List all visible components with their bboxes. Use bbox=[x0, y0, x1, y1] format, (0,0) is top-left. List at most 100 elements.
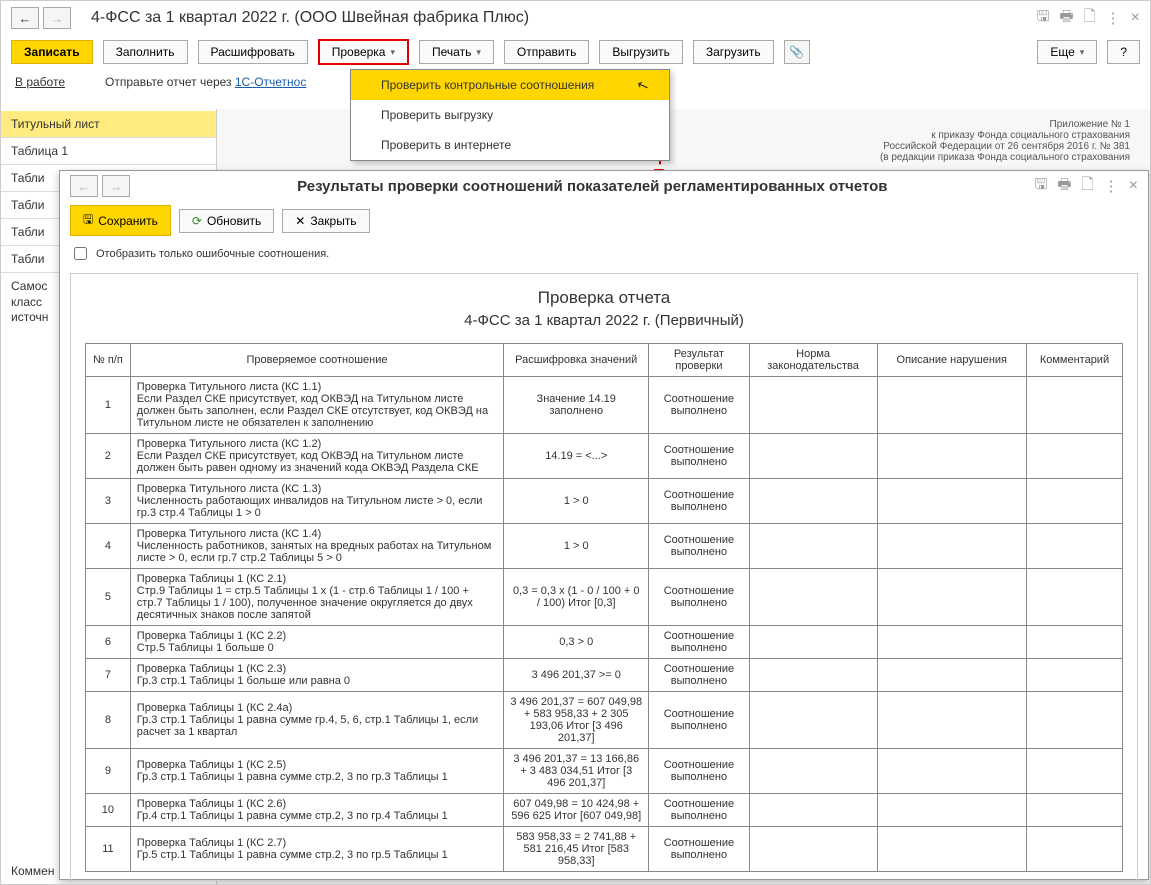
cell-desc bbox=[877, 524, 1026, 569]
cell-number: 10 bbox=[86, 794, 131, 827]
cell-comment bbox=[1026, 626, 1122, 659]
report-area[interactable]: Проверка отчета 4-ФСС за 1 квартал 2022 … bbox=[70, 273, 1138, 881]
refresh-button[interactable]: ⟳Обновить bbox=[179, 209, 274, 233]
cell-comment bbox=[1026, 749, 1122, 794]
close-icon[interactable]: × bbox=[1131, 9, 1140, 27]
cell-norm bbox=[749, 479, 877, 524]
titlebar: ← → 4-ФСС за 1 квартал 2022 г. (ООО Швей… bbox=[1, 1, 1150, 35]
check-ratios-item[interactable]: Проверить контрольные соотношения bbox=[351, 70, 669, 100]
results-table: № п/п Проверяемое соотношение Расшифровк… bbox=[85, 343, 1123, 872]
table-row[interactable]: 8Проверка Таблицы 1 (КС 2.4а) Гр.3 стр.1… bbox=[86, 692, 1123, 749]
fill-button[interactable]: Заполнить bbox=[103, 40, 188, 64]
table-row[interactable]: 10Проверка Таблицы 1 (КС 2.6) Гр.4 стр.1… bbox=[86, 794, 1123, 827]
filter-row: Отобразить только ошибочные соотношения. bbox=[60, 240, 1148, 267]
cell-desc bbox=[877, 569, 1026, 626]
nav-back-button[interactable]: ← bbox=[11, 7, 39, 29]
w2-preview-icon[interactable]: 🗋 bbox=[1082, 174, 1094, 199]
cell-desc bbox=[877, 626, 1026, 659]
table-row[interactable]: 2Проверка Титульного листа (КС 1.2) Если… bbox=[86, 434, 1123, 479]
check-button[interactable]: Проверка bbox=[318, 39, 409, 65]
attach-icon[interactable]: 📎 bbox=[784, 40, 810, 64]
w2-close-icon[interactable]: × bbox=[1129, 177, 1138, 195]
decrypt-button[interactable]: Расшифровать bbox=[198, 40, 308, 64]
check-results-window: ← → Результаты проверки соотношений пока… bbox=[59, 170, 1149, 880]
cell-number: 5 bbox=[86, 569, 131, 626]
table-row[interactable]: 7Проверка Таблицы 1 (КС 2.3) Гр.3 стр.1 … bbox=[86, 659, 1123, 692]
only-errors-checkbox[interactable] bbox=[74, 247, 87, 260]
table-row[interactable]: 11Проверка Таблицы 1 (КС 2.7) Гр.5 стр.1… bbox=[86, 827, 1123, 872]
cell-relation: Проверка Таблицы 1 (КС 2.6) Гр.4 стр.1 Т… bbox=[130, 794, 503, 827]
w2-nav-forward[interactable]: → bbox=[102, 175, 130, 197]
status-label[interactable]: В работе bbox=[15, 75, 65, 89]
check-online-item[interactable]: Проверить в интернете bbox=[351, 130, 669, 160]
close-button[interactable]: ✕Закрыть bbox=[282, 209, 369, 233]
cell-comment bbox=[1026, 479, 1122, 524]
import-button[interactable]: Загрузить bbox=[693, 40, 774, 64]
save-button[interactable]: 🖫Сохранить bbox=[70, 205, 171, 236]
cell-decryption: 607 049,98 = 10 424,98 + 596 625 Итог [6… bbox=[504, 794, 649, 827]
th-relation: Проверяемое соотношение bbox=[130, 344, 503, 377]
cell-result: Соотношение выполнено bbox=[649, 434, 749, 479]
main-toolbar: Записать Заполнить Расшифровать Проверка… bbox=[1, 35, 1150, 69]
cell-decryption: 583 958,33 = 2 741,88 + 581 216,45 Итог … bbox=[504, 827, 649, 872]
table-row[interactable]: 4Проверка Титульного листа (КС 1.4) Числ… bbox=[86, 524, 1123, 569]
print-icon[interactable]: 🖶 bbox=[1059, 6, 1073, 31]
onec-link[interactable]: 1С-Отчетнос bbox=[235, 75, 307, 89]
cell-number: 6 bbox=[86, 626, 131, 659]
cell-relation: Проверка Таблицы 1 (КС 2.4а) Гр.3 стр.1 … bbox=[130, 692, 503, 749]
cell-result: Соотношение выполнено bbox=[649, 692, 749, 749]
preview-icon[interactable]: 🗋 bbox=[1084, 6, 1096, 31]
cell-number: 11 bbox=[86, 827, 131, 872]
cell-norm bbox=[749, 659, 877, 692]
w2-print-icon[interactable]: 🖶 bbox=[1057, 174, 1071, 199]
w2-save-icon[interactable]: 🖫 bbox=[1035, 174, 1048, 199]
cell-decryption: 3 496 201,37 >= 0 bbox=[504, 659, 649, 692]
cell-norm bbox=[749, 749, 877, 794]
cell-norm bbox=[749, 569, 877, 626]
cell-number: 1 bbox=[86, 377, 131, 434]
table-row[interactable]: 9Проверка Таблицы 1 (КС 2.5) Гр.3 стр.1 … bbox=[86, 749, 1123, 794]
cell-relation: Проверка Титульного листа (КС 1.1) Если … bbox=[130, 377, 503, 434]
cell-result: Соотношение выполнено bbox=[649, 626, 749, 659]
cell-decryption: 0,3 = 0,3 x (1 - 0 / 100 + 0 / 100) Итог… bbox=[504, 569, 649, 626]
nav-forward-button[interactable]: → bbox=[43, 7, 71, 29]
export-button[interactable]: Выгрузить bbox=[599, 40, 683, 64]
cell-number: 2 bbox=[86, 434, 131, 479]
cell-norm bbox=[749, 377, 877, 434]
w2-nav-back[interactable]: ← bbox=[70, 175, 98, 197]
cell-relation: Проверка Таблицы 1 (КС 2.1) Стр.9 Таблиц… bbox=[130, 569, 503, 626]
cell-result: Соотношение выполнено bbox=[649, 659, 749, 692]
more-button[interactable]: Еще bbox=[1037, 40, 1097, 64]
send-button[interactable]: Отправить bbox=[504, 40, 590, 64]
cell-decryption: 3 496 201,37 = 607 049,98 + 583 958,33 +… bbox=[504, 692, 649, 749]
cell-number: 9 bbox=[86, 749, 131, 794]
only-errors-label: Отобразить только ошибочные соотношения. bbox=[96, 248, 329, 260]
cell-comment bbox=[1026, 794, 1122, 827]
check-export-item[interactable]: Проверить выгрузку bbox=[351, 100, 669, 130]
cell-comment bbox=[1026, 827, 1122, 872]
cell-result: Соотношение выполнено bbox=[649, 479, 749, 524]
help-button[interactable]: ? bbox=[1107, 40, 1140, 64]
cell-relation: Проверка Титульного листа (КС 1.4) Числе… bbox=[130, 524, 503, 569]
cell-result: Соотношение выполнено bbox=[649, 569, 749, 626]
cell-norm bbox=[749, 794, 877, 827]
w2-title: Результаты проверки соотношений показате… bbox=[150, 178, 1035, 195]
more-icon[interactable]: ⋮ bbox=[1106, 9, 1121, 27]
table-row[interactable]: 5Проверка Таблицы 1 (КС 2.1) Стр.9 Табли… bbox=[86, 569, 1123, 626]
cell-comment bbox=[1026, 659, 1122, 692]
table-row[interactable]: 6Проверка Таблицы 1 (КС 2.2) Стр.5 Табли… bbox=[86, 626, 1123, 659]
cell-norm bbox=[749, 524, 877, 569]
record-button[interactable]: Записать bbox=[11, 40, 93, 64]
table-row[interactable]: 1Проверка Титульного листа (КС 1.1) Если… bbox=[86, 377, 1123, 434]
tab-title-page[interactable]: Титульный лист bbox=[1, 111, 216, 138]
print-button[interactable]: Печать bbox=[419, 40, 494, 64]
cell-relation: Проверка Таблицы 1 (КС 2.3) Гр.3 стр.1 Т… bbox=[130, 659, 503, 692]
save-icon[interactable]: 🖫 bbox=[1037, 6, 1050, 31]
tab-table1[interactable]: Таблица 1 bbox=[1, 138, 216, 165]
cell-desc bbox=[877, 827, 1026, 872]
window-title: 4-ФСС за 1 квартал 2022 г. (ООО Швейная … bbox=[91, 9, 1037, 27]
report-title: Проверка отчета bbox=[85, 288, 1123, 308]
w2-more-icon[interactable]: ⋮ bbox=[1104, 177, 1119, 195]
cell-desc bbox=[877, 692, 1026, 749]
table-row[interactable]: 3Проверка Титульного листа (КС 1.3) Числ… bbox=[86, 479, 1123, 524]
